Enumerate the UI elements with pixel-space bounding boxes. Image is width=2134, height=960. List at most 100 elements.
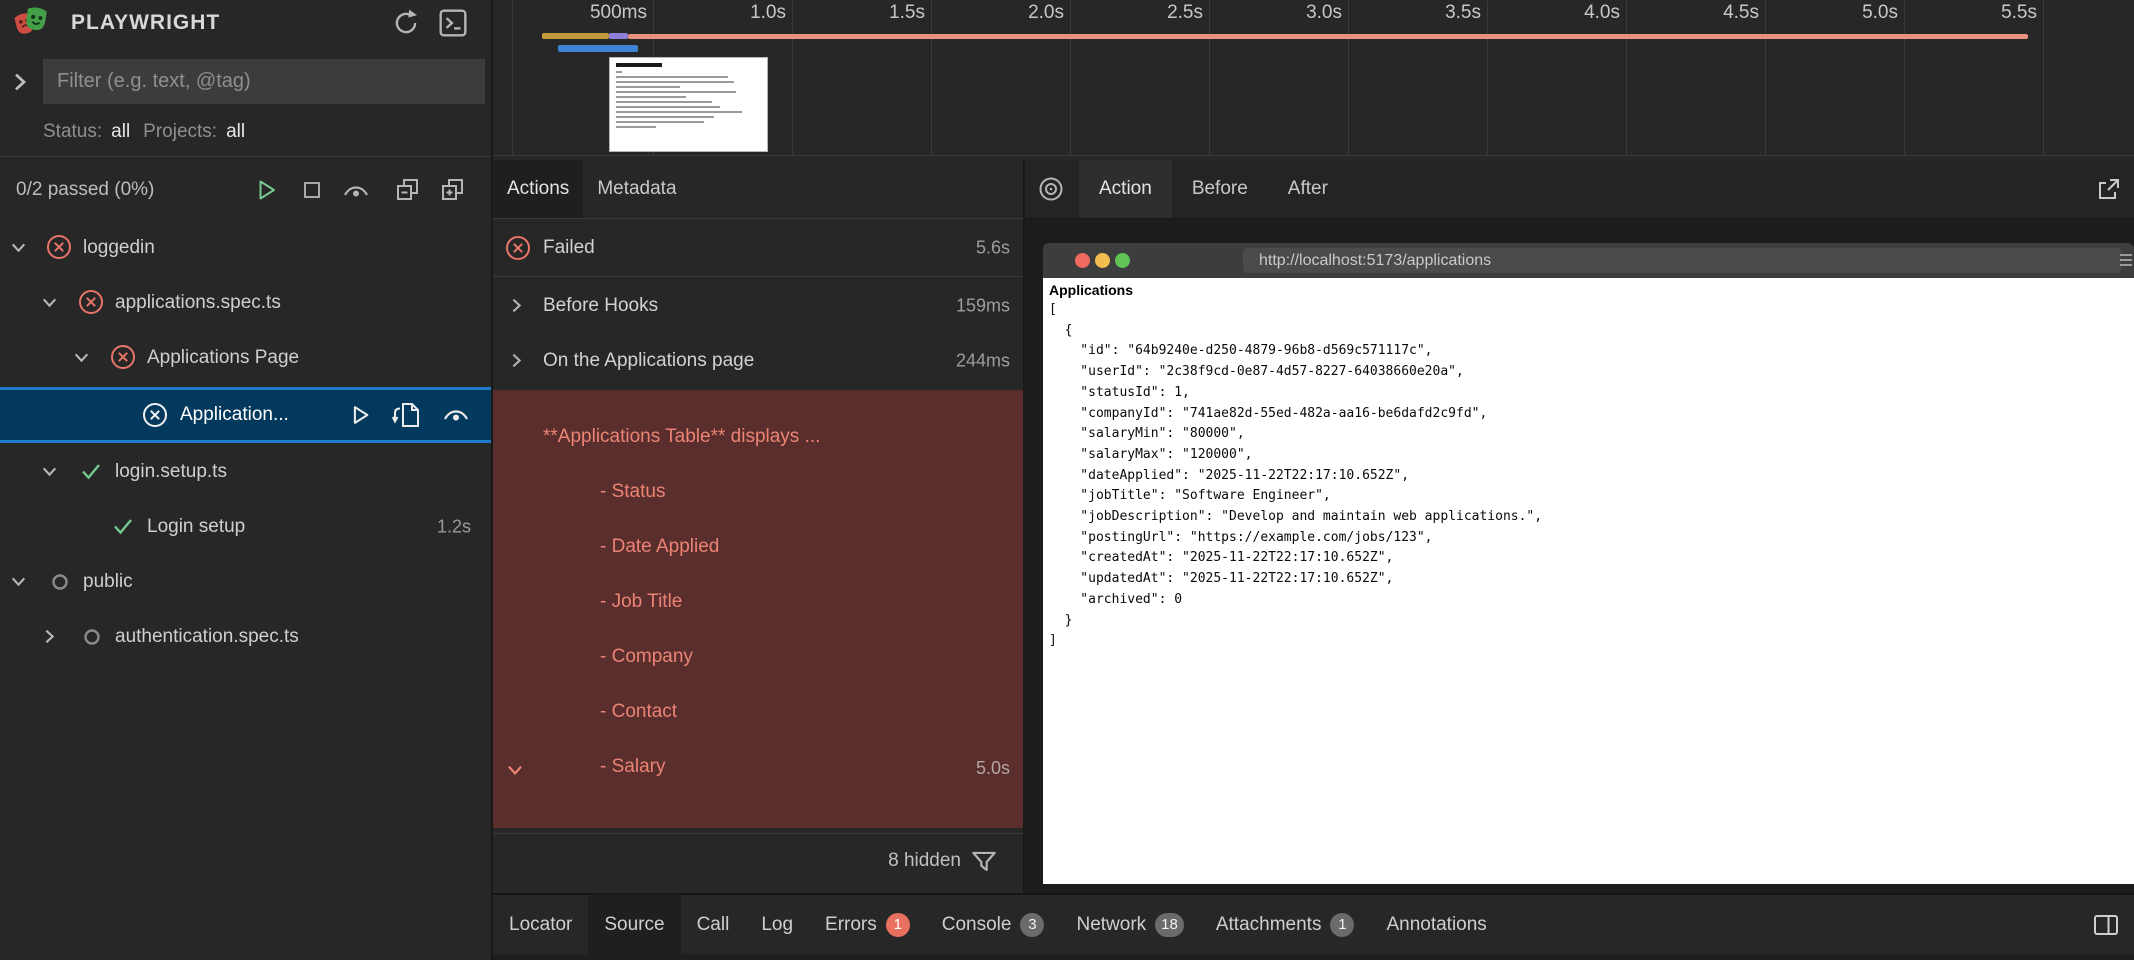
tab-call[interactable]: Call	[681, 895, 746, 954]
browser-menu-icon	[2120, 254, 2132, 267]
snapshot-browser-chrome: http://localhost:5173/applications	[1043, 243, 2134, 278]
stop-button[interactable]	[300, 178, 324, 202]
filter-funnel-icon[interactable]	[969, 847, 999, 877]
run-all-button[interactable]	[253, 177, 279, 203]
playwright-logo-icon	[13, 5, 51, 41]
tab-log[interactable]: Log	[745, 895, 809, 954]
status-filter-value[interactable]: all	[111, 121, 130, 143]
tab-source[interactable]: Source	[588, 895, 680, 954]
tree-item-label: loggedin	[83, 237, 155, 259]
playwright-ui-window: PLAYWRIGHT Status: all Projects: all 0/2…	[0, 0, 2134, 960]
pending-status-icon	[50, 572, 70, 592]
timeline-bar-hook	[609, 33, 628, 39]
chevron-down-icon[interactable]	[72, 348, 91, 367]
test-result-row[interactable]: Failed 5.6s	[493, 220, 1023, 277]
failed-status-icon	[505, 235, 531, 261]
failed-status-icon	[110, 344, 136, 370]
timeline-gridline	[2043, 0, 2044, 156]
chevron-down-icon[interactable]	[505, 760, 525, 780]
timeline-screenshot-thumbnail[interactable]	[609, 57, 768, 152]
chevron-down-icon[interactable]	[40, 462, 59, 481]
actions-panel: Actions Metadata Failed 5.6s Before Hook…	[493, 160, 1023, 895]
reload-tests-icon[interactable]	[391, 8, 421, 38]
chevron-down-icon[interactable]	[40, 293, 59, 312]
detail-panel: Action Before After http://localhost:517…	[1025, 160, 2134, 895]
sidebar: PLAYWRIGHT Status: all Projects: all 0/2…	[0, 0, 491, 960]
actions-panel-tabbar: Actions Metadata	[493, 160, 1023, 219]
tab-metadata[interactable]: Metadata	[583, 160, 690, 218]
tree-item-applications-spec[interactable]: applications.spec.ts	[0, 275, 491, 330]
projects-filter-label: Projects:	[143, 121, 217, 143]
tree-item-authentication-spec[interactable]: authentication.spec.ts	[0, 609, 491, 664]
tree-item-login-setup-spec[interactable]: login.setup.ts	[0, 444, 491, 499]
pending-status-icon	[82, 627, 102, 647]
toggle-panel-icon[interactable]	[2092, 913, 2120, 937]
collapse-all-icon[interactable]	[394, 176, 422, 204]
thumbnail-heading	[616, 63, 662, 67]
tab-locator[interactable]: Locator	[493, 895, 588, 954]
timeline-tick-label: 5.0s	[1762, 2, 1898, 24]
console-count-badge: 3	[1020, 913, 1044, 937]
timeline-tick-label: 1.5s	[789, 2, 925, 24]
run-test-button[interactable]	[348, 403, 372, 427]
page-heading: Applications	[1049, 282, 1133, 298]
address-bar-url: http://localhost:5173/applications	[1259, 252, 1491, 270]
sidebar-divider	[0, 156, 491, 157]
tab-console[interactable]: Console 3	[926, 895, 1061, 954]
tree-item-label: authentication.spec.ts	[115, 626, 299, 648]
tree-item-application-selected[interactable]: Application...	[0, 387, 491, 443]
tree-item-label: login.setup.ts	[115, 461, 227, 483]
timeline-bar-action	[558, 45, 638, 52]
tree-item-public[interactable]: public	[0, 554, 491, 609]
tab-errors[interactable]: Errors 1	[809, 895, 926, 954]
tab-actions[interactable]: Actions	[493, 160, 583, 218]
error-step-title[interactable]: **Applications Table** displays ...	[543, 422, 1073, 452]
error-step-duration: 5.0s	[976, 758, 1010, 779]
step-before-hooks[interactable]: Before Hooks 159ms	[493, 278, 1023, 333]
chevron-right-icon[interactable]	[507, 296, 526, 315]
actions-footer: 8 hidden	[493, 833, 1023, 893]
tree-item-applications-page[interactable]: Applications Page	[0, 330, 491, 385]
filter-expand-chevron-icon[interactable]	[8, 70, 32, 94]
tab-annotations[interactable]: Annotations	[1370, 895, 1502, 954]
pick-locator-target-icon[interactable]	[1037, 175, 1065, 203]
tab-before[interactable]: Before	[1172, 160, 1268, 218]
filter-input[interactable]	[43, 59, 485, 104]
result-label: Failed	[543, 237, 595, 259]
watch-test-icon[interactable]	[441, 403, 471, 427]
filter-status-row[interactable]: Status: all Projects: all	[43, 121, 245, 143]
tab-network[interactable]: Network 18	[1060, 895, 1199, 954]
projects-filter-value[interactable]: all	[226, 121, 245, 143]
timeline-tick-label: 2.5s	[1067, 2, 1203, 24]
traffic-light-close-icon	[1075, 253, 1090, 268]
status-filter-label: Status:	[43, 121, 102, 143]
traffic-light-minimize-icon	[1095, 253, 1110, 268]
chevron-right-icon[interactable]	[40, 627, 59, 646]
tree-item-label: Login setup	[147, 516, 245, 538]
error-step-block[interactable]: **Applications Table** displays ... - St…	[493, 390, 1023, 828]
snapshot-page: Applications [ { "id": "64b9240e-d250-48…	[1043, 278, 2134, 884]
terminal-icon[interactable]	[438, 8, 468, 38]
show-source-icon[interactable]	[392, 400, 422, 430]
step-on-applications-page[interactable]: On the Applications page 244ms	[493, 333, 1023, 388]
timeline[interactable]: 500ms 1.0s 1.5s 2.0s 2.5s 3.0s 3.5s 4.0s…	[493, 0, 2134, 156]
failed-status-icon	[46, 234, 72, 260]
watch-all-icon[interactable]	[341, 179, 371, 203]
page-json-body: [ { "id": "64b9240e-d250-4879-96b8-d569c…	[1049, 300, 1542, 652]
tab-after[interactable]: After	[1268, 160, 1348, 218]
expand-all-icon[interactable]	[439, 176, 467, 204]
chevron-down-icon[interactable]	[9, 572, 28, 591]
tree-item-loggedin[interactable]: loggedin	[0, 220, 491, 275]
tab-attachments[interactable]: Attachments 1	[1200, 895, 1371, 954]
chevron-right-icon[interactable]	[507, 351, 526, 370]
step-duration: 244ms	[956, 350, 1010, 371]
timeline-tick-label: 3.0s	[1206, 2, 1342, 24]
tab-action[interactable]: Action	[1079, 160, 1172, 218]
passed-status-icon	[78, 458, 104, 484]
chevron-down-icon[interactable]	[9, 238, 28, 257]
tree-item-label: Applications Page	[147, 347, 299, 369]
timeline-tick-label: 3.5s	[1345, 2, 1481, 24]
open-external-icon[interactable]	[2094, 176, 2122, 204]
bottom-tabbar: Locator Source Call Log Errors 1 Console…	[493, 893, 2134, 954]
tree-item-login-setup-test[interactable]: Login setup 1.2s	[0, 499, 491, 554]
